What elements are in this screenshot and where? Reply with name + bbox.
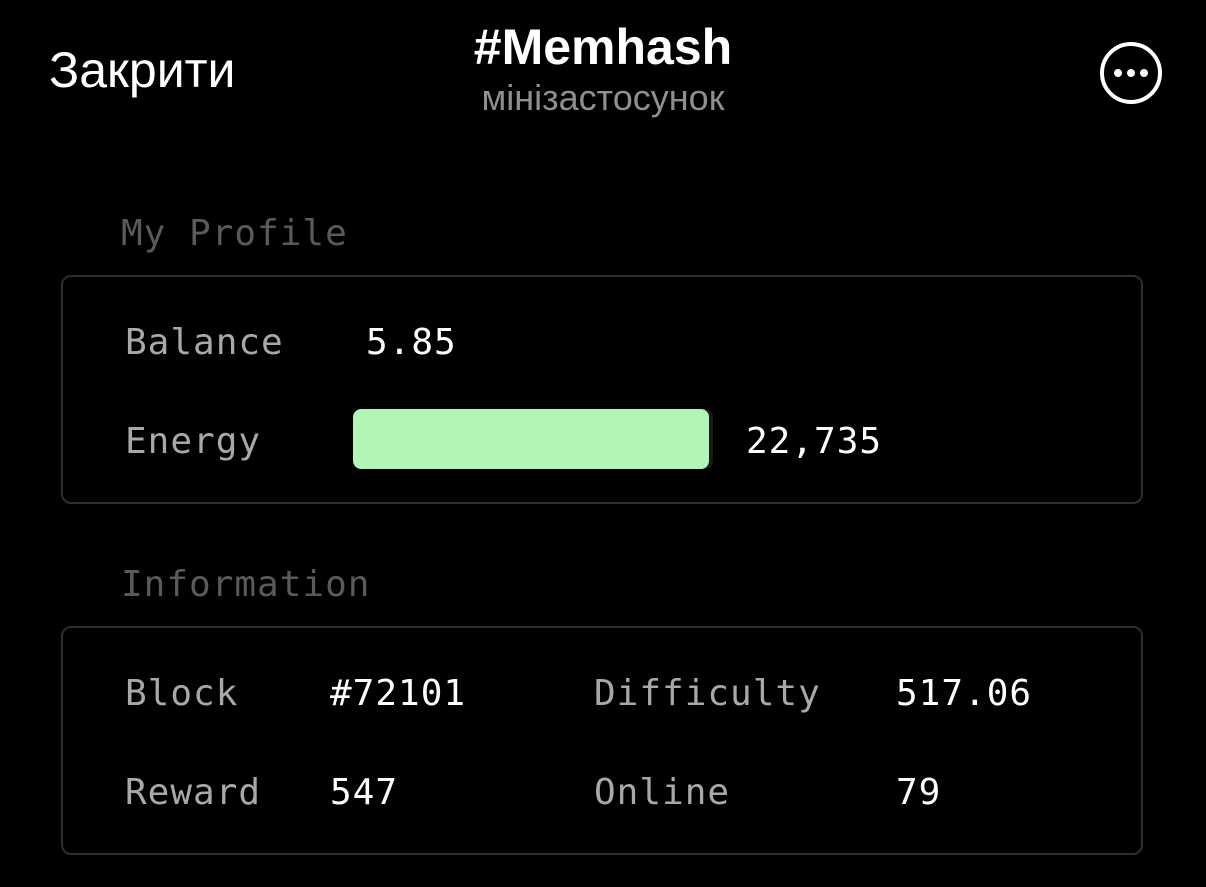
reward-label: Reward bbox=[125, 772, 262, 813]
app-title: #Memhash bbox=[473, 19, 733, 75]
balance-label: Balance bbox=[125, 322, 284, 363]
block-value: #72101 bbox=[330, 673, 467, 714]
energy-label: Energy bbox=[125, 421, 262, 462]
more-horizontal-circle-icon bbox=[1100, 42, 1162, 104]
header-title-group: #Memhash мінізастосунок bbox=[403, 18, 803, 120]
information-heading: Information bbox=[121, 564, 371, 605]
online-label: Online bbox=[594, 772, 731, 813]
balance-value: 5.85 bbox=[366, 322, 457, 363]
app-subtitle: мінізастосунок bbox=[481, 77, 725, 118]
energy-value: 22,735 bbox=[746, 421, 883, 462]
profile-card: Balance 5.85 Energy 22,735 bbox=[61, 275, 1143, 504]
information-card: Block #72101 Difficulty 517.06 Reward 54… bbox=[61, 626, 1143, 855]
difficulty-label: Difficulty bbox=[594, 673, 821, 714]
energy-progress-fill bbox=[353, 409, 710, 469]
reward-value: 547 bbox=[330, 772, 399, 813]
close-button[interactable]: Закрити bbox=[49, 40, 235, 100]
online-value: 79 bbox=[896, 772, 942, 813]
block-label: Block bbox=[125, 673, 239, 714]
difficulty-value: 517.06 bbox=[896, 673, 1033, 714]
more-options-button[interactable] bbox=[1099, 41, 1163, 105]
profile-heading: My Profile bbox=[121, 213, 348, 254]
energy-progress-bar bbox=[353, 409, 713, 469]
